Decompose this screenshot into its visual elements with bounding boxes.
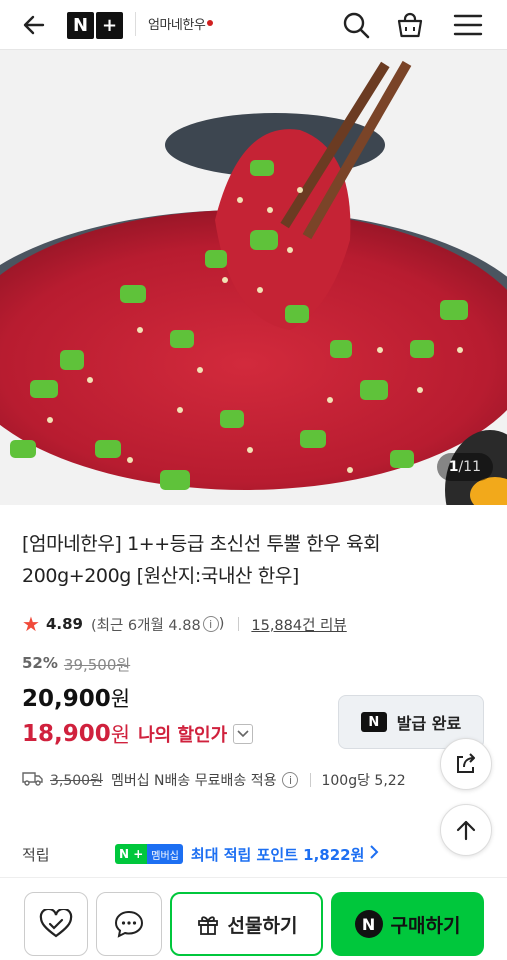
info-icon[interactable]: i [202, 616, 219, 632]
unit-price: 100g당 5,22 [321, 773, 406, 789]
scroll-top-button[interactable] [440, 804, 492, 856]
product-image-carousel[interactable]: 1/11 [0, 50, 507, 505]
points-label: 적립 [22, 845, 50, 864]
heart-icon [39, 909, 73, 938]
brand-name: 엄마네한우 [148, 17, 206, 33]
image-counter-current: 1 [448, 459, 459, 475]
image-counter-total: /11 [458, 459, 481, 475]
gift-button[interactable]: 선물하기 [170, 892, 323, 956]
share-icon [457, 753, 475, 773]
gift-icon [197, 916, 218, 935]
top-header: N + 엄마네한우 [0, 0, 507, 50]
rating-divider [238, 617, 240, 631]
truck-icon [22, 770, 44, 790]
sale-price: 20,900원 [22, 683, 130, 713]
talk-talk-button[interactable] [96, 892, 162, 956]
share-button[interactable] [440, 738, 492, 790]
chevron-right-icon [370, 845, 379, 863]
shipping-divider [310, 773, 312, 787]
product-photo [0, 50, 507, 505]
membership-badge-n: N + [115, 844, 148, 864]
naver-n-icon: N [360, 712, 387, 732]
product-title: [엄마네한우] 1++등급 초신선 투뿔 한우 육회 200g+200g [원산… [22, 533, 381, 587]
discount-rate: 52% [22, 654, 58, 672]
recent-rating: (최근 6개월 4.88 [90, 617, 201, 634]
naver-pay-icon: N [354, 910, 383, 938]
wishlist-button[interactable] [24, 892, 88, 956]
shipping-original-fee: 3,500원 [50, 773, 103, 789]
nplus-n: N [67, 11, 94, 39]
brand-seal-icon [207, 20, 214, 26]
buy-button[interactable]: N 구매하기 [331, 892, 484, 956]
recent-rating-close: ) [218, 616, 225, 632]
chevron-down-icon[interactable] [233, 724, 254, 744]
star-icon: ★ [22, 612, 40, 636]
membership-badge: N + 멤버십 [115, 844, 183, 864]
bottom-action-bar: 선물하기 N 구매하기 [0, 882, 507, 960]
search-icon [343, 12, 370, 39]
my-price-value: 18,900 [22, 721, 111, 747]
arrow-up-icon [456, 820, 476, 841]
max-points-text: 최대 적립 포인트 1,822원 [190, 845, 365, 864]
buy-label: 구매하기 [390, 914, 461, 937]
my-price-unit: 원 [110, 723, 131, 747]
cart-button[interactable] [390, 0, 430, 50]
gift-label: 선물하기 [227, 914, 298, 937]
original-price: 39,500원 [63, 656, 131, 674]
arrow-left-icon [23, 15, 45, 35]
hamburger-icon [453, 14, 483, 36]
points-row[interactable]: 적립 N + 멤버십 최대 적립 포인트 1,822원 [22, 840, 432, 868]
rating-row[interactable]: ★ 4.89 (최근 6개월 4.88 i ) 15,884건 리뷰 [22, 611, 347, 637]
shopping-bag-icon [397, 12, 423, 38]
store-brand-logo[interactable]: 엄마네한우 [148, 0, 214, 46]
menu-button[interactable] [448, 0, 488, 50]
bottom-bar-divider [0, 877, 507, 878]
image-counter: 1/11 [436, 453, 493, 481]
nplus-plus: + [96, 11, 123, 39]
chat-bubble-icon [114, 910, 144, 938]
sale-price-value: 20,900 [22, 686, 111, 712]
header-divider [135, 12, 136, 36]
naver-plus-logo[interactable]: N + [66, 0, 124, 50]
discount-row: 52% 39,500원 [22, 654, 130, 675]
review-count-link[interactable]: 15,884건 리뷰 [251, 614, 346, 635]
search-button[interactable] [336, 0, 376, 50]
sale-price-unit: 원 [110, 687, 131, 711]
coupon-label: 발급 완료 [396, 714, 462, 733]
shipping-text: 멤버십 N배송 무료배송 적용 [110, 773, 277, 789]
shipping-row: 3,500원 멤버십 N배송 무료배송 적용 i 100g당 5,22 [22, 768, 452, 792]
info-icon[interactable]: i [282, 772, 299, 788]
my-price-label: 나의 할인가 [138, 725, 228, 746]
membership-badge-label: 멤버십 [147, 844, 183, 864]
rating-score: 4.89 [45, 615, 83, 633]
back-button[interactable] [14, 0, 54, 50]
my-discount-price-row[interactable]: 18,900 원 나의 할인가 [22, 719, 254, 749]
